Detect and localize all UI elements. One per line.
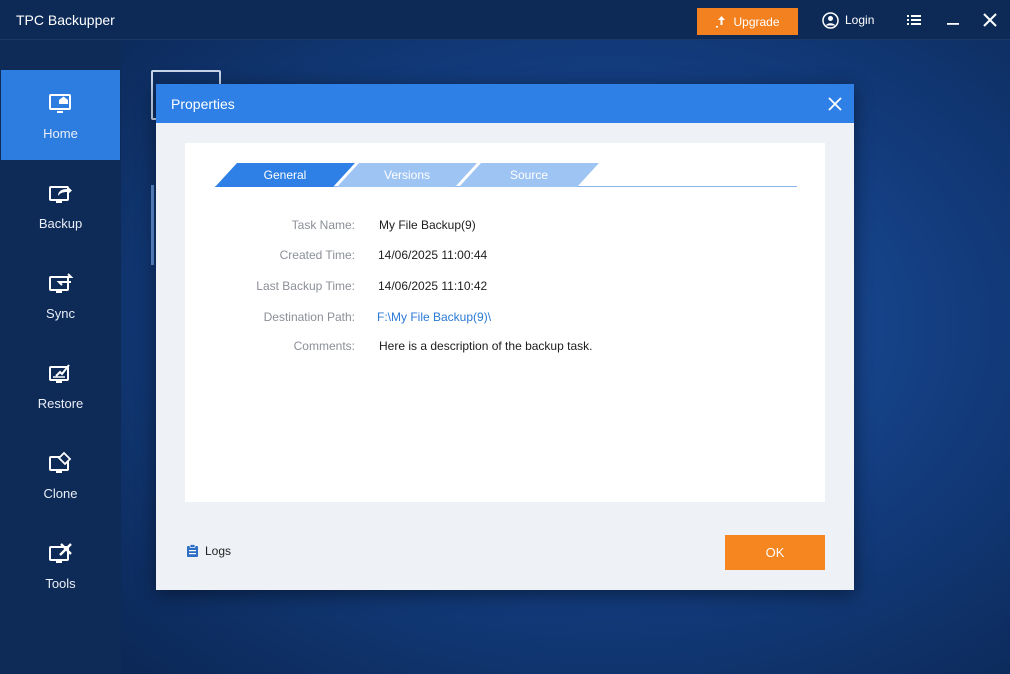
sidebar-item-backup[interactable]: Backup <box>0 160 121 250</box>
comments-row: Comments: Here is a description of the b… <box>185 339 825 357</box>
app-title: TPC Backupper <box>16 12 115 28</box>
task-accent-bar <box>151 185 154 265</box>
sidebar-item-label: Restore <box>37 395 84 411</box>
dialog-close-icon[interactable] <box>827 96 843 112</box>
task-name-value: My File Backup(9) <box>379 218 476 232</box>
logs-clipboard-icon <box>187 544 198 557</box>
tab-source[interactable]: Source <box>459 163 599 187</box>
login-button[interactable]: Login <box>822 11 874 29</box>
tab-versions[interactable]: Versions <box>337 163 477 187</box>
last-backup-time-row: Last Backup Time: 14/06/2025 11:10:42 <box>185 279 825 297</box>
clone-monitor-icon <box>48 451 71 473</box>
sidebar-item-label: Backup <box>38 215 83 231</box>
backup-monitor-icon <box>48 185 72 203</box>
last-backup-time-label: Last Backup Time: <box>256 279 355 293</box>
sidebar: Home Backup Sync Restore Clone Tools <box>0 40 121 674</box>
sidebar-item-tools[interactable]: Tools <box>0 520 121 610</box>
sidebar-item-label: Sync <box>46 305 75 321</box>
last-backup-time-value: 14/06/2025 11:10:42 <box>378 279 488 293</box>
close-icon[interactable] <box>981 11 999 29</box>
properties-dialog: Properties General Versions Source Task … <box>156 84 854 590</box>
restore-monitor-icon <box>48 363 70 383</box>
upgrade-label: Upgrade <box>733 14 780 29</box>
destination-path-row: Destination Path: F:\My File Backup(9)\ <box>185 310 825 328</box>
tools-monitor-icon <box>48 542 72 563</box>
dialog-title: Properties <box>171 96 235 112</box>
created-time-value: 14/06/2025 11:00:44 <box>378 248 488 262</box>
upgrade-arrow-icon <box>716 16 726 28</box>
comments-label: Comments: <box>293 339 355 353</box>
tab-bar: General Versions Source <box>215 163 797 189</box>
destination-path-label: Destination Path: <box>263 310 355 324</box>
tab-general[interactable]: General <box>215 163 355 187</box>
tab-label: Versions <box>383 168 431 182</box>
minimize-icon[interactable] <box>944 11 962 29</box>
sidebar-item-sync[interactable]: Sync <box>0 250 121 340</box>
created-time-row: Created Time: 14/06/2025 11:00:44 <box>185 248 825 266</box>
comments-value: Here is a description of the backup task… <box>379 339 593 353</box>
sidebar-item-label: Clone <box>43 485 78 501</box>
list-menu-icon[interactable] <box>905 11 923 29</box>
tab-label: General <box>263 168 307 182</box>
destination-path-link[interactable]: F:\My File Backup(9)\ <box>377 310 491 324</box>
logs-link[interactable]: Logs <box>186 544 231 558</box>
dialog-header: Properties <box>156 84 854 123</box>
properties-panel: General Versions Source Task Name: My Fi… <box>185 143 825 502</box>
sidebar-item-label: Tools <box>45 575 76 591</box>
home-monitor-icon <box>48 93 71 113</box>
sync-monitor-icon <box>48 272 73 293</box>
upgrade-button[interactable]: Upgrade <box>697 8 798 35</box>
login-label: Login <box>845 13 875 27</box>
sidebar-item-label: Home <box>43 125 78 141</box>
task-name-label: Task Name: <box>291 218 355 232</box>
logs-label: Logs <box>205 544 232 558</box>
sidebar-item-restore[interactable]: Restore <box>0 340 121 430</box>
sidebar-item-clone[interactable]: Clone <box>0 430 121 520</box>
sidebar-item-home[interactable]: Home <box>1 70 120 160</box>
task-name-row: Task Name: My File Backup(9) <box>185 218 825 236</box>
created-time-label: Created Time: <box>279 248 355 262</box>
title-bar: TPC Backupper Upgrade Login <box>0 0 1010 40</box>
user-icon <box>822 11 839 29</box>
ok-button[interactable]: OK <box>725 535 825 570</box>
tab-label: Source <box>509 168 549 182</box>
